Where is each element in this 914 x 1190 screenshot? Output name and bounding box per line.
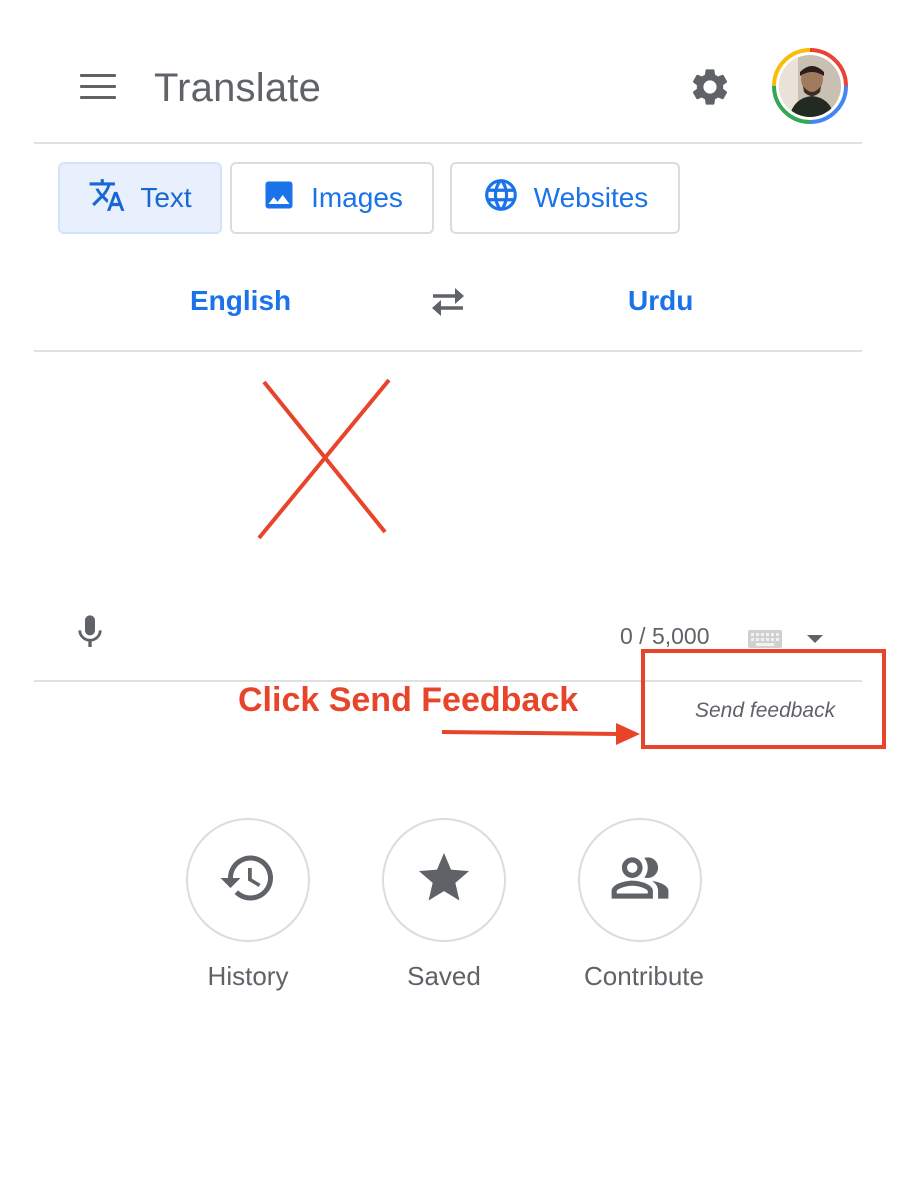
header-divider [34, 142, 862, 144]
globe-icon [482, 176, 520, 221]
star-icon [414, 848, 474, 913]
tab-images[interactable]: Images [230, 162, 434, 234]
contribute-label: Contribute [584, 961, 704, 991]
history-circle[interactable] [186, 818, 310, 942]
contribute-button[interactable] [578, 818, 702, 942]
people-icon [609, 847, 671, 914]
saved-circle[interactable] [382, 818, 506, 942]
target-language-button[interactable]: Urdu [628, 283, 693, 319]
tab-images-label: Images [311, 182, 403, 213]
app-title: Translate [154, 66, 322, 110]
caret-down-icon[interactable] [806, 632, 824, 644]
annotation-arrow [440, 718, 644, 748]
contribute-circle[interactable] [578, 818, 702, 942]
saved-label: Saved [407, 961, 481, 991]
tab-text[interactable]: Text [58, 162, 222, 234]
red-cross-mark [250, 372, 400, 544]
user-avatar[interactable] [770, 46, 850, 126]
history-label: History [207, 961, 289, 991]
tab-websites[interactable]: Websites [450, 162, 680, 234]
microphone-icon[interactable] [70, 608, 110, 656]
character-count: 0 / 5,000 [620, 623, 710, 649]
swap-arrows-icon[interactable] [427, 283, 469, 319]
saved-button[interactable] [382, 818, 506, 942]
history-icon [218, 848, 278, 913]
gear-icon[interactable] [688, 65, 732, 109]
translate-icon [88, 176, 126, 221]
tab-websites-label: Websites [533, 182, 649, 213]
image-icon [261, 177, 297, 220]
source-language-button[interactable]: English [190, 283, 291, 319]
tab-text-label: Text [140, 182, 192, 213]
keyboard-icon[interactable] [748, 628, 782, 648]
annotation-label: Click Send Feedback [238, 681, 579, 719]
source-text-input[interactable] [34, 352, 862, 592]
hamburger-menu-icon[interactable] [80, 74, 116, 100]
send-feedback-link[interactable]: Send feedback [695, 697, 835, 725]
history-button[interactable] [186, 818, 310, 942]
